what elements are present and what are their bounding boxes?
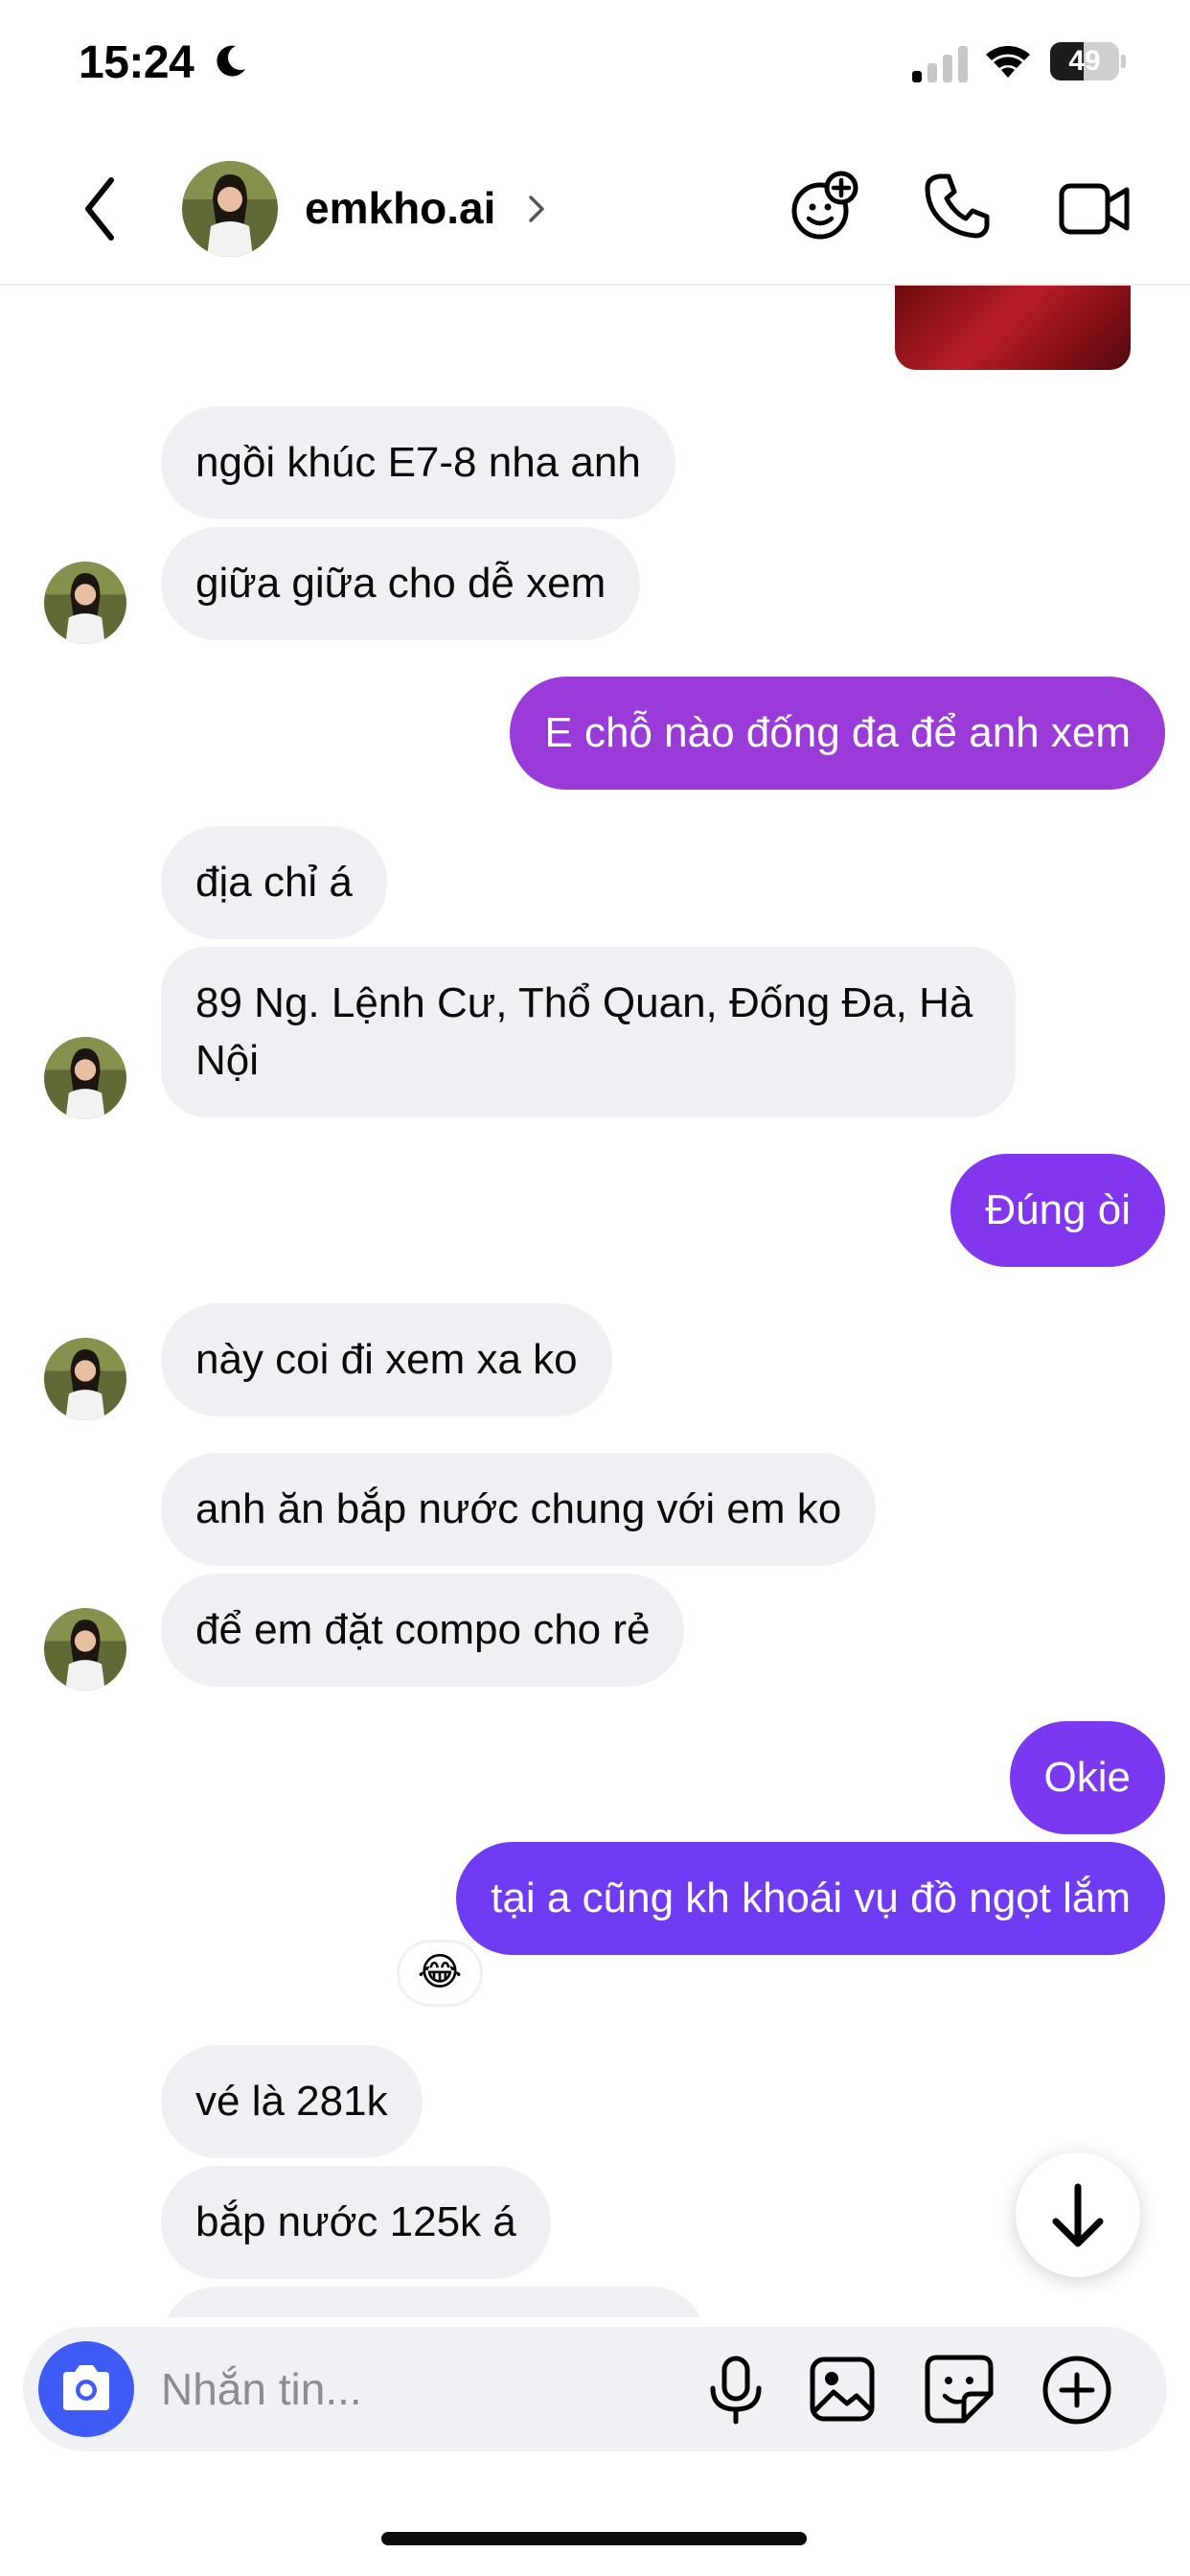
outgoing-message[interactable]: Okie	[1009, 1721, 1165, 1834]
more-options-button[interactable]	[1041, 2354, 1113, 2426]
message-composer	[23, 2327, 1167, 2451]
contact-avatar[interactable]	[182, 161, 278, 257]
message-input[interactable]	[161, 2327, 698, 2451]
shared-image[interactable]	[895, 286, 1131, 370]
battery-icon: 49	[1050, 42, 1126, 80]
sender-avatar[interactable]	[44, 1338, 126, 1420]
incoming-message[interactable]: địa chỉ á	[161, 826, 387, 939]
sender-avatar[interactable]	[44, 1037, 126, 1119]
outgoing-message[interactable]: E chỗ nào đống đa để anh xem	[510, 677, 1165, 790]
message-list[interactable]: ngồi khúc E7-8 nha anh giữa giữa cho dễ …	[0, 286, 1190, 2317]
status-time: 15:24	[79, 37, 195, 88]
arrow-down-icon	[1052, 2183, 1104, 2247]
camera-button[interactable]	[38, 2341, 134, 2437]
incoming-message[interactable]: vé là 281k	[161, 2045, 423, 2158]
moon-icon	[217, 45, 245, 77]
incoming-message[interactable]: anh ăn bắp nước chung với em ko	[161, 1453, 877, 1566]
cellular-signal-icon	[912, 46, 968, 82]
message-reaction[interactable]: 😂	[397, 1940, 483, 2007]
camera-icon	[63, 2365, 109, 2410]
sender-avatar[interactable]	[44, 1608, 126, 1690]
incoming-message[interactable]: để em đặt compo cho rẻ	[161, 1574, 685, 1687]
incoming-message[interactable]: giữa giữa cho dễ xem	[161, 527, 641, 640]
chat-header: emkho.ai	[0, 134, 1190, 286]
outgoing-message[interactable]: tại a cũng kh khoái vụ đồ ngọt lắm	[456, 1842, 1165, 1955]
scroll-to-bottom-button[interactable]	[1016, 2152, 1140, 2277]
wifi-icon	[986, 46, 1030, 78]
outgoing-message[interactable]: Đúng òi	[950, 1154, 1165, 1267]
back-button[interactable]	[77, 172, 125, 245]
incoming-message[interactable]: 89 Ng. Lệnh Cư, Thổ Quan, Đống Đa, Hà Nộ…	[161, 947, 1016, 1117]
gallery-button[interactable]	[809, 2356, 876, 2423]
chevron-right-icon[interactable]	[525, 188, 548, 230]
microphone-button[interactable]	[705, 2356, 767, 2425]
sticker-button[interactable]	[924, 2354, 995, 2425]
effects-button[interactable]	[786, 169, 862, 245]
battery-percent: 49	[1068, 45, 1101, 77]
call-button[interactable]	[922, 171, 993, 242]
incoming-message[interactable]: ngồi khúc E7-8 nha anh	[161, 406, 675, 519]
video-call-button[interactable]	[1058, 172, 1131, 245]
status-bar: 15:24 49	[0, 0, 1190, 134]
incoming-message[interactable]: này coi đi xem xa ko	[161, 1303, 612, 1416]
sender-avatar[interactable]	[44, 562, 126, 644]
home-indicator[interactable]	[381, 2532, 807, 2545]
contact-name[interactable]: emkho.ai	[305, 182, 495, 234]
incoming-message[interactable]: bắp nước 125k á	[161, 2166, 551, 2279]
incoming-message-partial[interactable]	[161, 2287, 707, 2317]
